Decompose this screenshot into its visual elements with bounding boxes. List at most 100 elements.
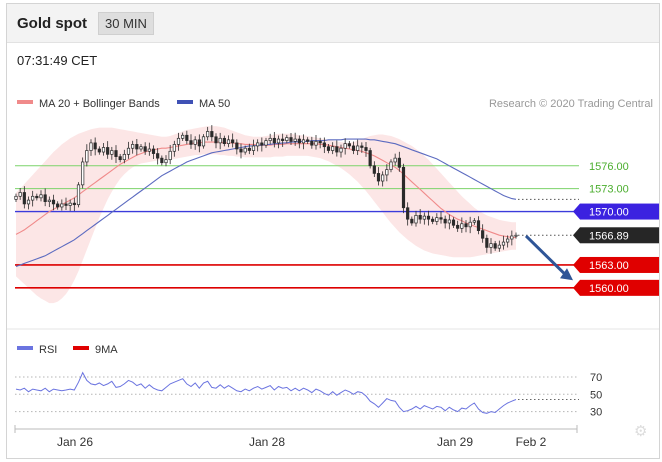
candle-body bbox=[472, 220, 476, 223]
candle-body bbox=[422, 215, 426, 220]
candle-body bbox=[489, 243, 493, 248]
candle-body bbox=[122, 153, 126, 161]
candle-body bbox=[326, 146, 331, 151]
candle-body bbox=[397, 157, 401, 168]
candle-body bbox=[264, 140, 268, 146]
rsi-tick-30: 30 bbox=[590, 407, 602, 419]
candle-body bbox=[81, 161, 85, 186]
candle-body bbox=[385, 169, 389, 176]
candle-body bbox=[35, 195, 39, 199]
candle-body bbox=[206, 131, 210, 138]
candle-body bbox=[114, 150, 118, 157]
candle-body bbox=[322, 142, 326, 148]
candle-body bbox=[197, 139, 201, 147]
candle-body bbox=[285, 137, 289, 141]
candle-body bbox=[435, 217, 439, 222]
candle-body bbox=[293, 138, 297, 142]
candle-body bbox=[301, 139, 306, 144]
candle-body bbox=[147, 148, 151, 152]
candle-body bbox=[72, 202, 76, 206]
candle-body bbox=[93, 142, 97, 150]
candle-body bbox=[339, 147, 343, 153]
candle-body bbox=[356, 145, 360, 151]
support-badge-pointer-4 bbox=[573, 256, 580, 273]
last-badge-label-3: 1566.89 bbox=[589, 230, 629, 242]
resistance-label-0: 1576.00 bbox=[589, 161, 629, 173]
rsi-line bbox=[15, 371, 517, 414]
credit-text: Research © 2020 Trading Central bbox=[489, 98, 653, 110]
candle-body bbox=[68, 202, 72, 206]
candle-body bbox=[426, 215, 431, 220]
candle-body bbox=[18, 192, 22, 197]
candle-body bbox=[276, 138, 281, 144]
candle-body bbox=[360, 145, 364, 148]
candle-body bbox=[118, 156, 122, 161]
support-badge-label-4: 1563.00 bbox=[589, 260, 629, 272]
candle-body bbox=[347, 143, 351, 147]
x-axis-labels: Jan 26 Jan 28 Jan 29 Feb 2 bbox=[57, 435, 547, 449]
candle-body bbox=[401, 166, 406, 209]
candle-body bbox=[514, 234, 518, 237]
candle-body bbox=[76, 184, 81, 206]
watermark-icon: ⚙ bbox=[634, 423, 647, 440]
candle-body bbox=[306, 139, 310, 142]
x-tick-label-1: Jan 28 bbox=[249, 435, 285, 449]
candle-body bbox=[43, 194, 47, 202]
candle-body bbox=[47, 199, 51, 202]
candle-body bbox=[439, 217, 443, 220]
candle-body bbox=[389, 161, 393, 170]
ma9-legend-swatch bbox=[73, 346, 89, 350]
candle-body bbox=[131, 144, 135, 149]
candle-body bbox=[381, 174, 385, 182]
rsi-legend-label: RSI bbox=[39, 344, 57, 356]
candle-body bbox=[151, 148, 156, 154]
candle-body bbox=[156, 153, 160, 159]
candle-body bbox=[343, 143, 347, 149]
rsi-legend-swatch bbox=[17, 346, 33, 350]
candle-body bbox=[256, 142, 260, 147]
candle-body bbox=[22, 192, 26, 205]
candle-body bbox=[101, 147, 106, 153]
rsi-tick-50: 50 bbox=[590, 389, 602, 401]
candle-body bbox=[110, 150, 114, 155]
candle-body bbox=[468, 221, 472, 228]
candle-body bbox=[106, 147, 110, 155]
candle-body bbox=[297, 138, 301, 144]
candle-body bbox=[414, 215, 418, 224]
candle-body bbox=[460, 223, 464, 229]
price-plot bbox=[14, 125, 579, 304]
candle-body bbox=[314, 141, 318, 146]
candle-body bbox=[97, 148, 101, 153]
candle-body bbox=[135, 144, 139, 150]
forecast-arrow-shaft bbox=[524, 234, 569, 278]
candle-body bbox=[239, 148, 243, 153]
candle-body bbox=[201, 136, 206, 147]
candle-body bbox=[235, 142, 239, 150]
candle-body bbox=[376, 173, 381, 182]
candle-body bbox=[447, 219, 451, 224]
candle-body bbox=[176, 137, 181, 145]
candle-body bbox=[247, 147, 251, 151]
candle-body bbox=[281, 138, 285, 141]
candle-body bbox=[364, 147, 368, 151]
candle-body bbox=[31, 195, 35, 201]
candle-body bbox=[501, 241, 506, 246]
candle-body bbox=[85, 150, 89, 163]
candle-body bbox=[310, 141, 314, 146]
pivot-badge-pointer-2 bbox=[573, 203, 580, 220]
candle-body bbox=[172, 144, 176, 152]
candle-body bbox=[289, 137, 293, 142]
candle-body bbox=[243, 147, 247, 153]
x-tick-label-2: Jan 29 bbox=[437, 435, 473, 449]
candle-body bbox=[226, 139, 231, 145]
candle-body bbox=[181, 134, 185, 139]
candle-body bbox=[64, 203, 68, 206]
candle-body bbox=[231, 139, 235, 144]
candle-body bbox=[251, 145, 256, 151]
ma50-legend-swatch bbox=[177, 100, 193, 104]
candle-body bbox=[193, 139, 197, 145]
bollinger-legend-swatch bbox=[17, 100, 33, 104]
candle-body bbox=[351, 145, 356, 151]
candle-body bbox=[222, 137, 226, 145]
candle-body bbox=[318, 141, 322, 144]
